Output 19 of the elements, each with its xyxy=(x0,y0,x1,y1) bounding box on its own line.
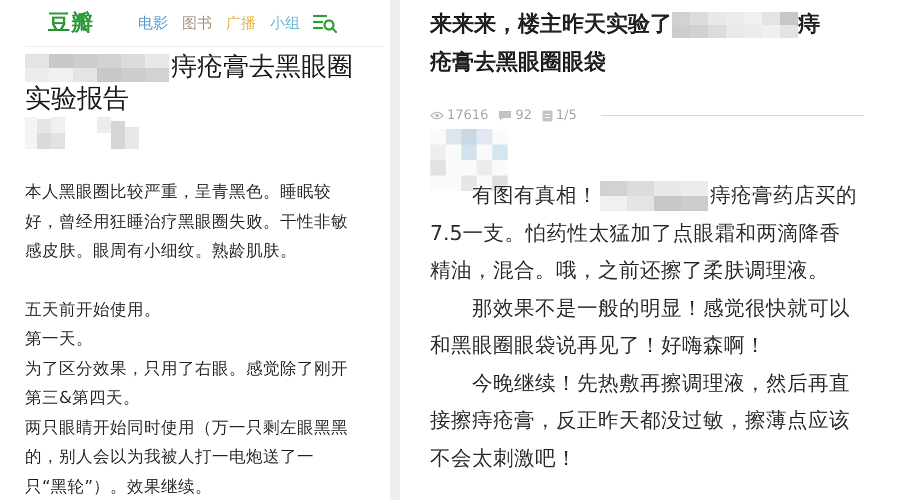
post-title: 来来来，楼主昨天实验了 痔 疮膏去黑眼圈眼袋 xyxy=(430,10,821,77)
stat-count: 17616 xyxy=(447,108,488,123)
nav-link[interactable]: 小组 xyxy=(270,14,300,32)
stat-count: 1/5 xyxy=(556,108,577,123)
nav-link[interactable]: 电影 xyxy=(138,14,168,32)
post-paragraph: 今晚继续！先热敷再擦调理液，然后再直 接擦痔疮膏，反正昨天都没过敏，擦薄点应该 不会太刺激吧！ xyxy=(430,370,851,472)
nav-link[interactable]: 图书 xyxy=(182,14,212,32)
eye-icon xyxy=(430,111,444,120)
menu-search-icon[interactable] xyxy=(312,13,338,33)
post-paragraph: 本人黑眼圈比较严重，呈青黑色。睡眠较 好，曾经用狂睡治疗黑眼圈失败。干性非敏 感皮肤。眼周有小细纹。熟龄肌肤。 xyxy=(25,181,349,262)
page-icon xyxy=(542,110,553,122)
post-paragraph: 五天前开始使用。 第一天。 为了区分效果，只用了右眼。感觉除了刚开 第三&第四天。 两只眼睛开始同时使用（万一只剩左眼黑黑 的，别人会以为我被人打一电炮送了一 只“黑轮”）。效果继续。 xyxy=(25,298,349,498)
post-paragraph: 那效果不是一般的明显！感觉很快就可以 和黑眼圈眼袋说再见了！好嗨森啊！ xyxy=(430,294,851,359)
stat-count: 92 xyxy=(515,108,532,123)
post-paragraph: 有图有真相！ 痔疮膏药店买的 7.5一支。怕药性太猛加了点眼霜和两滴降香 精油，混合。哦，之前还擦了柔肤调理液。 xyxy=(430,180,858,284)
nav-link[interactable]: 广播 xyxy=(226,14,256,32)
comment-icon xyxy=(498,110,512,121)
post-title: 痔疮膏去黑眼圈 实验报告 xyxy=(25,51,354,115)
site-logo[interactable]: 豆瓣 xyxy=(48,8,94,38)
